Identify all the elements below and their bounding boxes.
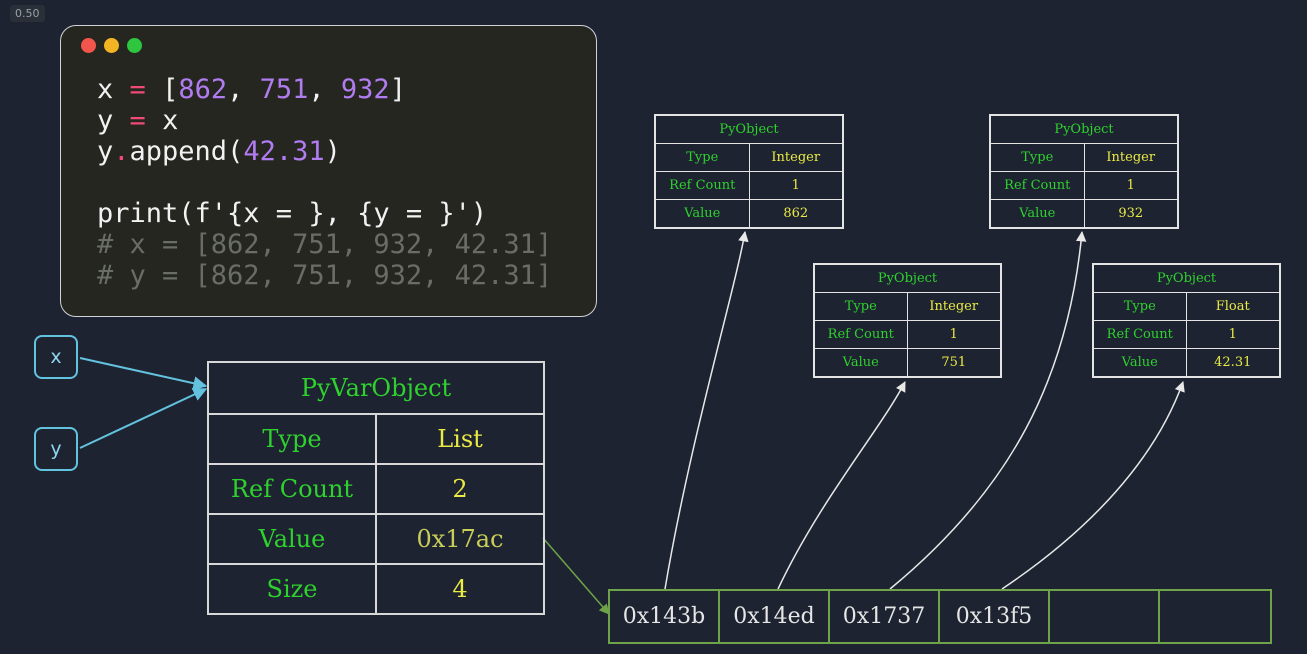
- arrow-y-to-list: [79, 388, 208, 449]
- list-value-type: List: [374, 413, 546, 465]
- pointer-array: 0x143b 0x14ed 0x1737 0x13f5: [608, 589, 1272, 644]
- pyobject-key: Ref Count: [813, 320, 908, 349]
- list-key-refcount: Ref Count: [207, 463, 377, 515]
- pyobject-value: 1: [748, 171, 844, 200]
- pyobject-key: Value: [654, 199, 750, 229]
- pyobject-value: 862: [748, 199, 844, 229]
- pyobject-value: 1: [1083, 171, 1179, 200]
- pointer-cell-empty: [1160, 591, 1270, 642]
- pyobject-key: Value: [989, 199, 1085, 229]
- list-key-value: Value: [207, 513, 377, 565]
- pyobject-key: Ref Count: [1092, 320, 1187, 349]
- pointer-cell: 0x143b: [610, 591, 720, 642]
- pointer-cell: 0x13f5: [940, 591, 1050, 642]
- pyobject-932: PyObject Type Integer Ref Count 1 Value 932: [989, 114, 1179, 229]
- pyobject-key: Type: [1092, 292, 1187, 321]
- pyobject-value: Integer: [906, 292, 1002, 321]
- pyobject-header: PyObject: [813, 263, 1002, 293]
- pointer-cell-empty: [1050, 591, 1160, 642]
- pyobject-header: PyObject: [989, 114, 1179, 144]
- pyobject-key: Ref Count: [989, 171, 1085, 200]
- pyobject-value: Integer: [748, 143, 844, 172]
- pyobject-key: Ref Count: [654, 171, 750, 200]
- list-key-size: Size: [207, 563, 377, 615]
- pyobject-value: Integer: [1083, 143, 1179, 172]
- list-value-refcount: 2: [374, 463, 546, 515]
- list-pyvarobject: PyVarObject Type List Ref Count 2 Value 0x1…: [206, 361, 546, 615]
- pyobject-key: Type: [989, 143, 1085, 172]
- pyobject-key: Value: [1092, 348, 1187, 378]
- pyobject-key: Type: [813, 292, 908, 321]
- pyobject-value: 751: [906, 348, 1002, 378]
- pointer-cell: 0x1737: [830, 591, 940, 642]
- arrow-ptr-0: [664, 230, 749, 590]
- pyobject-value: 932: [1083, 199, 1179, 229]
- arrow-ptr-1: [777, 381, 906, 590]
- pyobject-value: 42.31: [1185, 348, 1281, 378]
- list-header: PyVarObject: [206, 361, 546, 415]
- pyobject-862: PyObject Type Integer Ref Count 1 Value 862: [654, 114, 844, 229]
- pyobject-value: 1: [906, 320, 1002, 349]
- pyobject-key: Value: [813, 348, 908, 378]
- pyobject-42-31: PyObject Type Float Ref Count 1 Value 42.31: [1092, 263, 1281, 378]
- list-value-size: 4: [374, 563, 546, 615]
- list-value-address: 0x17ac: [374, 513, 546, 565]
- pyobject-value: Float: [1185, 292, 1281, 321]
- list-key-type: Type: [207, 413, 377, 465]
- arrow-x-to-list: [79, 357, 208, 391]
- pyobject-key: Type: [654, 143, 750, 172]
- pyobject-header: PyObject: [1092, 263, 1281, 293]
- pyobject-value: 1: [1185, 320, 1281, 349]
- arrow-value-to-array: [542, 537, 610, 615]
- arrow-ptr-3: [1001, 381, 1185, 590]
- pyobject-751: PyObject Type Integer Ref Count 1 Value 751: [813, 263, 1002, 378]
- pointer-cell: 0x14ed: [720, 591, 830, 642]
- pyobject-header: PyObject: [654, 114, 844, 144]
